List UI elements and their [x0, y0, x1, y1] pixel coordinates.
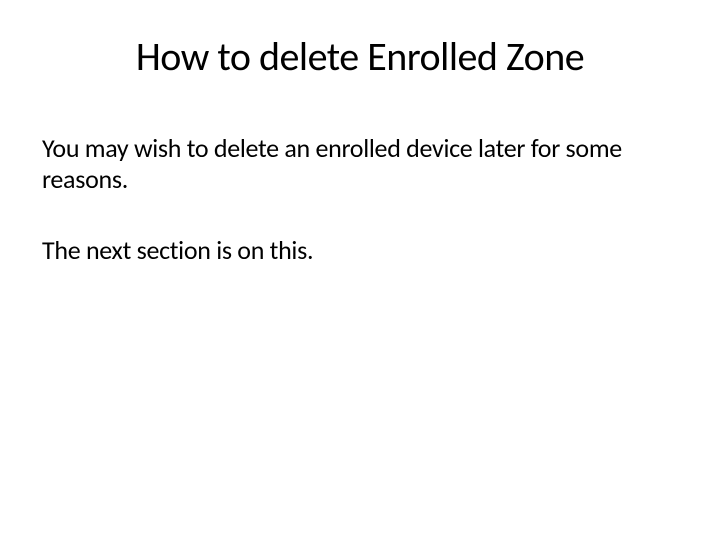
slide-title: How to delete Enrolled Zone — [42, 32, 678, 81]
body-paragraph-1: You may wish to delete an enrolled devic… — [42, 133, 678, 195]
body-paragraph-2: The next section is on this. — [42, 235, 678, 266]
